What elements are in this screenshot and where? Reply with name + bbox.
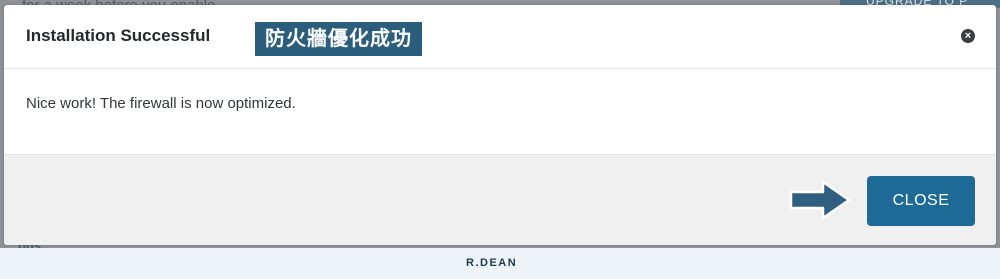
modal-header: Installation Successful 防火牆優化成功 × bbox=[4, 5, 996, 69]
close-button[interactable]: CLOSE bbox=[867, 176, 975, 226]
modal-footer: CLOSE bbox=[4, 154, 996, 245]
success-message: Nice work! The firewall is now optimized… bbox=[26, 95, 296, 112]
modal-title: Installation Successful bbox=[26, 26, 211, 45]
success-modal: Installation Successful 防火牆優化成功 × Nice w… bbox=[4, 5, 996, 245]
brand-watermark: R.DEAN bbox=[466, 257, 518, 269]
annotation-banner: 防火牆優化成功 bbox=[255, 22, 422, 56]
modal-body: Nice work! The firewall is now optimized… bbox=[4, 69, 996, 154]
watermark-bar: R.DEAN bbox=[0, 248, 1000, 279]
close-circle-icon[interactable]: × bbox=[961, 29, 975, 43]
arrow-right-icon bbox=[789, 180, 851, 220]
